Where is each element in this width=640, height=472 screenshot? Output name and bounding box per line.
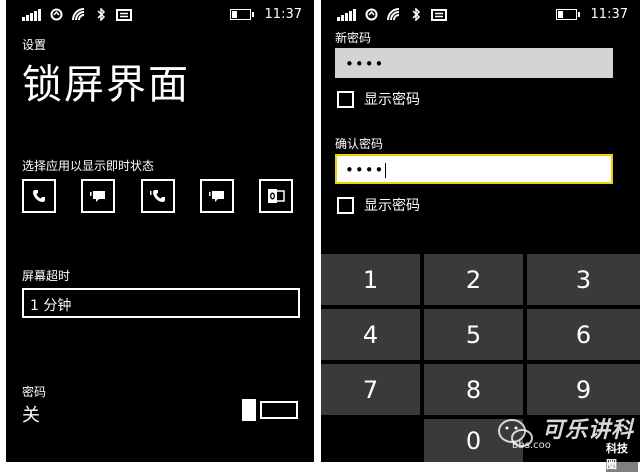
status-bar: 11:37 <box>321 0 640 30</box>
outlook-icon <box>268 189 285 203</box>
battery-icon <box>229 9 254 20</box>
battery-icon <box>555 9 580 20</box>
lock-screen-settings-page: 11:37 设置 锁屏界面 选择应用以显示即时状态 屏幕超时 1 分钟 密码 关 <box>6 0 314 462</box>
wifi-icon <box>72 8 85 21</box>
page-title: 锁屏界面 <box>22 62 190 108</box>
new-password-label: 新密码 <box>335 31 372 45</box>
key-8[interactable]: 8 <box>424 364 523 415</box>
message-icon <box>209 191 224 202</box>
bluetooth-icon <box>412 8 421 21</box>
bluetooth-icon <box>97 8 106 21</box>
app-status-label: 选择应用以显示即时状态 <box>22 159 155 173</box>
app-tile-message-2[interactable] <box>200 179 234 213</box>
watermark-brand: 科技圈 <box>606 440 638 472</box>
message-notification-icon <box>116 8 132 21</box>
settings-label: 设置 <box>22 38 47 52</box>
password-toggle[interactable] <box>242 399 300 421</box>
password-label: 密码 <box>22 385 47 399</box>
message-notification-icon <box>431 8 447 21</box>
key-1[interactable]: 1 <box>321 254 420 305</box>
signal-icon <box>22 8 41 21</box>
confirm-password-field[interactable]: •••• <box>335 154 613 184</box>
toggle-knob <box>242 399 256 421</box>
confirm-password-value: •••• <box>345 161 385 179</box>
app-tile-phone-1[interactable] <box>22 179 56 213</box>
screen-timeout-label: 屏幕超时 <box>22 269 71 283</box>
status-bar: 11:37 <box>6 0 314 30</box>
app-tile-message-1[interactable] <box>81 179 115 213</box>
key-9[interactable]: 9 <box>527 364 640 415</box>
clock: 11:37 <box>264 7 302 22</box>
key-7[interactable]: 7 <box>321 364 420 415</box>
key-3[interactable]: 3 <box>527 254 640 305</box>
password-setup-page: 11:37 新密码 •••• 显示密码 确认密码 •••• 显示密码 1 2 3… <box>321 0 640 462</box>
confirm-password-label: 确认密码 <box>335 137 384 151</box>
clock: 11:37 <box>590 7 628 22</box>
checkbox-box <box>337 90 354 108</box>
watermark-url: bbs.coo <box>512 440 551 451</box>
show-password-checkbox-1[interactable]: 显示密码 <box>337 89 420 109</box>
key-2[interactable]: 2 <box>424 254 523 305</box>
phone-icon <box>150 190 165 202</box>
new-password-field[interactable]: •••• <box>335 48 613 78</box>
show-password-label: 显示密码 <box>364 198 420 214</box>
show-password-label: 显示密码 <box>364 92 420 108</box>
key-6[interactable]: 6 <box>527 309 640 360</box>
message-icon <box>90 191 105 202</box>
data-icon <box>50 8 63 21</box>
watermark: 可乐讲科 bbs.coo 科技圈 <box>496 410 638 472</box>
screen-timeout-select[interactable]: 1 分钟 <box>22 288 300 318</box>
app-tile-outlook[interactable] <box>259 179 293 213</box>
checkbox-box <box>337 196 354 214</box>
phone-icon <box>33 190 45 202</box>
app-tile-phone-2[interactable] <box>141 179 175 213</box>
key-4[interactable]: 4 <box>321 309 420 360</box>
key-5[interactable]: 5 <box>424 309 523 360</box>
toggle-track <box>260 401 298 419</box>
signal-icon <box>337 8 356 21</box>
text-caret <box>385 163 387 178</box>
password-state-text: 关 <box>22 405 40 426</box>
show-password-checkbox-2[interactable]: 显示密码 <box>337 195 420 215</box>
wifi-icon <box>387 8 400 21</box>
data-icon <box>365 8 378 21</box>
